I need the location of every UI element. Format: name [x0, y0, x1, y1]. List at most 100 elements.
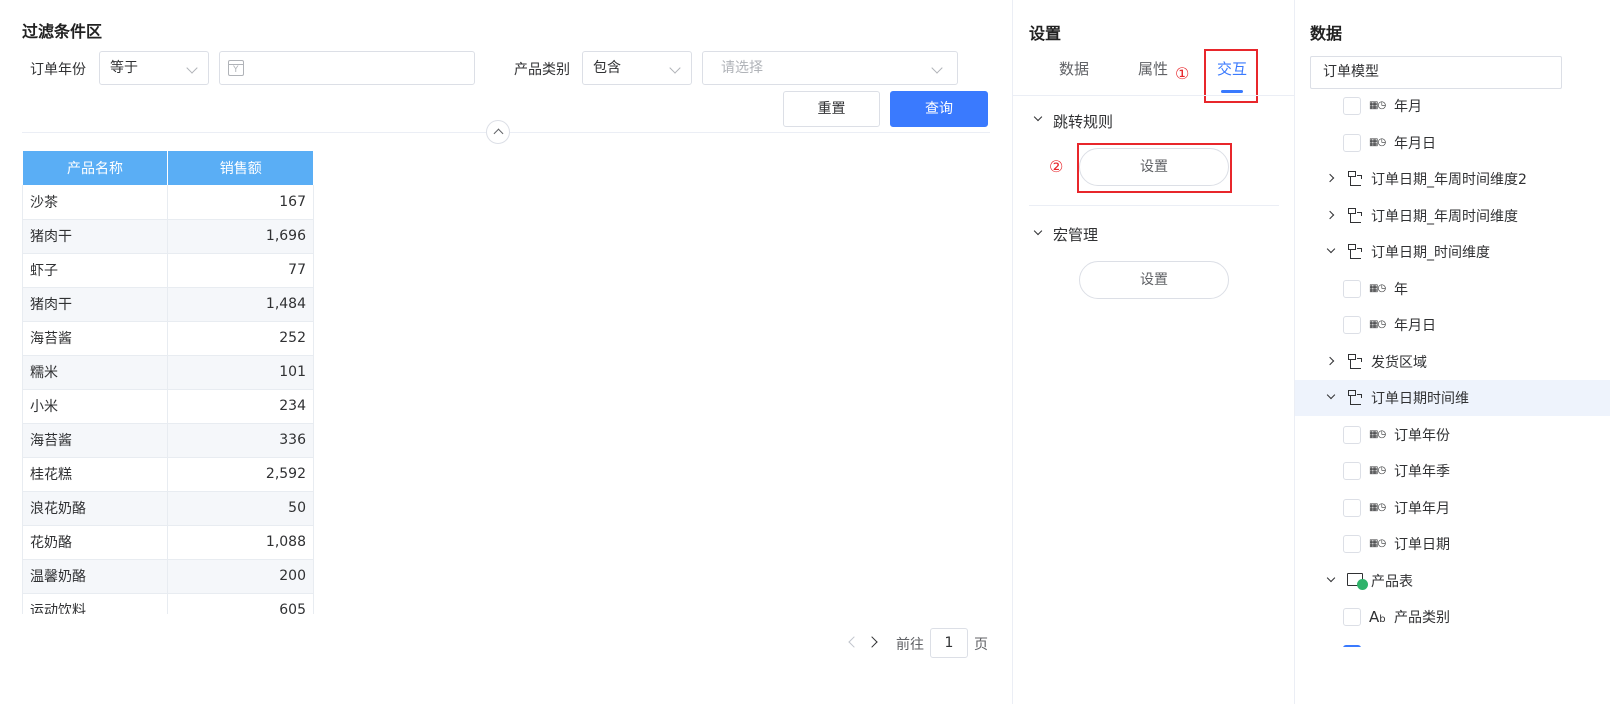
field-label: 年 — [1394, 281, 1408, 298]
group-label: 产品表 — [1371, 573, 1413, 590]
chevron-right-icon[interactable] — [1325, 356, 1335, 365]
tree-node[interactable]: ▦◷ 订单年月 — [1295, 490, 1610, 526]
chevron-down-icon[interactable] — [1033, 226, 1043, 236]
macro-setup-button[interactable]: 设置 — [1079, 261, 1229, 299]
table-row[interactable]: 海苔酱 336 — [22, 423, 314, 458]
sales-table: 产品名称 销售额 沙茶 167 猪肉干 1,696 虾子 77 猪肉干 1,484 海苔酱 252… — [22, 151, 314, 614]
filter-area-title: 过滤条件区 — [22, 22, 103, 41]
field-checkbox[interactable] — [1343, 97, 1361, 115]
field-checkbox[interactable] — [1343, 535, 1361, 553]
chevron-right-icon[interactable] — [1325, 210, 1335, 219]
table-row[interactable]: 沙茶 167 — [22, 185, 314, 220]
query-button[interactable]: 查询 — [890, 91, 988, 127]
date-field-icon: ▦◷ — [1369, 136, 1386, 148]
field-label: 订单日期 — [1394, 537, 1450, 553]
data-panel: 数据 订单模型 ▦◷ 年月 ▦◷ 年月日 订单日期_年周时间维度2 订单日期_年周时间维度… — [1294, 0, 1610, 704]
tree-node[interactable] — [1295, 636, 1610, 647]
group-label: 订单日期时间维 — [1371, 391, 1469, 407]
product-category-value-select[interactable]: 请选择 — [702, 51, 958, 85]
tree-node[interactable]: 订单日期_年周时间维度 — [1295, 198, 1610, 234]
tab-properties[interactable]: 属性 — [1138, 58, 1168, 79]
data-panel-title: 数据 — [1310, 24, 1343, 43]
tab-data[interactable]: 数据 — [1059, 58, 1089, 79]
tree-node[interactable]: ▦◷ 订单年份 — [1295, 417, 1610, 453]
tree-node[interactable]: 产品表 — [1295, 563, 1610, 599]
field-checkbox[interactable] — [1343, 133, 1361, 152]
order-year-date-input[interactable] — [219, 51, 475, 85]
product-name-cell: 糯米 — [22, 355, 169, 390]
annotation-marker-1: ① — [1175, 64, 1190, 83]
tree-node[interactable]: ▦◷ 年 — [1295, 271, 1610, 307]
table-row[interactable]: 运动饮料 605 — [22, 593, 314, 614]
next-page-icon[interactable] — [866, 636, 878, 648]
data-model-select[interactable]: 订单模型 — [1310, 56, 1562, 89]
chevron-down-icon[interactable] — [1326, 390, 1336, 400]
macro-manage-heading[interactable]: 宏管理 — [1053, 224, 1098, 245]
chevron-down-icon[interactable] — [1326, 573, 1336, 582]
tree-node[interactable]: 发货区域 — [1295, 344, 1610, 380]
tree-node[interactable]: Ab 产品类别 — [1295, 599, 1610, 635]
product-category-label: 产品类别 — [514, 62, 570, 78]
table-row[interactable]: 猪肉干 1,696 — [22, 219, 314, 254]
product-category-operator-select[interactable]: 包含 — [582, 51, 692, 85]
tree-node[interactable]: 订单日期_年周时间维度2 — [1295, 161, 1610, 197]
field-checkbox[interactable] — [1343, 462, 1361, 480]
tree-node[interactable]: ▦◷ 订单年季 — [1295, 453, 1610, 489]
table-folder-icon — [1347, 572, 1368, 590]
product-name-cell: 浪花奶酪 — [22, 491, 169, 526]
sales-amount-cell: 200 — [167, 559, 314, 594]
group-label: 订单日期_时间维度 — [1371, 245, 1490, 261]
field-checkbox[interactable] — [1343, 316, 1361, 334]
reset-button[interactable]: 重置 — [783, 91, 880, 127]
jump-rules-heading[interactable]: 跳转规则 — [1053, 111, 1113, 132]
sales-amount-cell: 77 — [167, 253, 314, 288]
table-row[interactable]: 猪肉干 1,484 — [22, 287, 314, 322]
prev-page-icon[interactable] — [848, 636, 860, 648]
column-header-product-name[interactable]: 产品名称 — [22, 151, 169, 185]
tree-node[interactable]: ▦◷ 订单日期 — [1295, 526, 1610, 562]
table-row[interactable]: 海苔酱 252 — [22, 321, 314, 356]
table-row[interactable]: 温馨奶酪 200 — [22, 559, 314, 594]
field-label: 订单年份 — [1394, 427, 1450, 444]
tree-node[interactable]: 订单日期时间维 — [1295, 380, 1610, 416]
table-row[interactable]: 桂花糕 2,592 — [22, 457, 314, 492]
sales-amount-cell: 336 — [167, 423, 314, 458]
tree-node[interactable]: ▦◷ 年月 — [1295, 90, 1610, 124]
table-row[interactable]: 糯米 101 — [22, 355, 314, 390]
date-field-icon: ▦◷ — [1369, 501, 1386, 513]
collapse-filter-button[interactable] — [486, 120, 510, 144]
order-year-operator-select[interactable]: 等于 — [99, 51, 209, 85]
field-checkbox[interactable] — [1343, 498, 1361, 517]
page-number-input[interactable]: 1 — [930, 628, 968, 658]
tree-node[interactable]: ▦◷ 年月日 — [1295, 307, 1610, 343]
chevron-down-icon[interactable] — [1033, 112, 1043, 122]
sales-amount-cell: 50 — [167, 491, 314, 526]
table-row[interactable]: 虾子 77 — [22, 253, 314, 288]
table-row[interactable]: 小米 234 — [22, 389, 314, 424]
hierarchy-icon — [1347, 243, 1363, 261]
product-name-cell: 猪肉干 — [22, 287, 169, 322]
group-label: 发货区域 — [1371, 354, 1427, 371]
tree-node[interactable]: ▦◷ 年月日 — [1295, 125, 1610, 161]
date-field-icon: ▦◷ — [1369, 465, 1386, 476]
chevron-right-icon[interactable] — [1325, 173, 1335, 183]
tree-node[interactable]: 订单日期_时间维度 — [1295, 234, 1610, 270]
settings-panel: 设置 数据 属性 ① 交互 跳转规则 ② 设置 宏管理 设置 — [1012, 0, 1295, 704]
chevron-down-icon[interactable] — [1326, 244, 1336, 254]
chevron-down-icon — [669, 62, 681, 74]
field-checkbox[interactable] — [1343, 425, 1361, 444]
section-divider — [1029, 205, 1279, 206]
column-header-sales[interactable]: 销售额 — [167, 151, 314, 185]
sales-amount-cell: 1,088 — [167, 525, 314, 560]
product-name-cell: 猪肉干 — [22, 219, 169, 254]
product-category-placeholder: 请选择 — [721, 60, 763, 76]
order-year-label: 订单年份 — [30, 62, 86, 78]
field-checkbox[interactable] — [1343, 608, 1361, 626]
field-label: 订单年月 — [1394, 500, 1450, 517]
table-row[interactable]: 花奶酪 1,088 — [22, 525, 314, 560]
date-field-icon: ▦◷ — [1369, 282, 1386, 294]
field-label: 订单年季 — [1394, 464, 1450, 480]
field-checkbox[interactable] — [1343, 279, 1361, 298]
table-row[interactable]: 浪花奶酪 50 — [22, 491, 314, 526]
field-checkbox[interactable] — [1343, 644, 1361, 647]
